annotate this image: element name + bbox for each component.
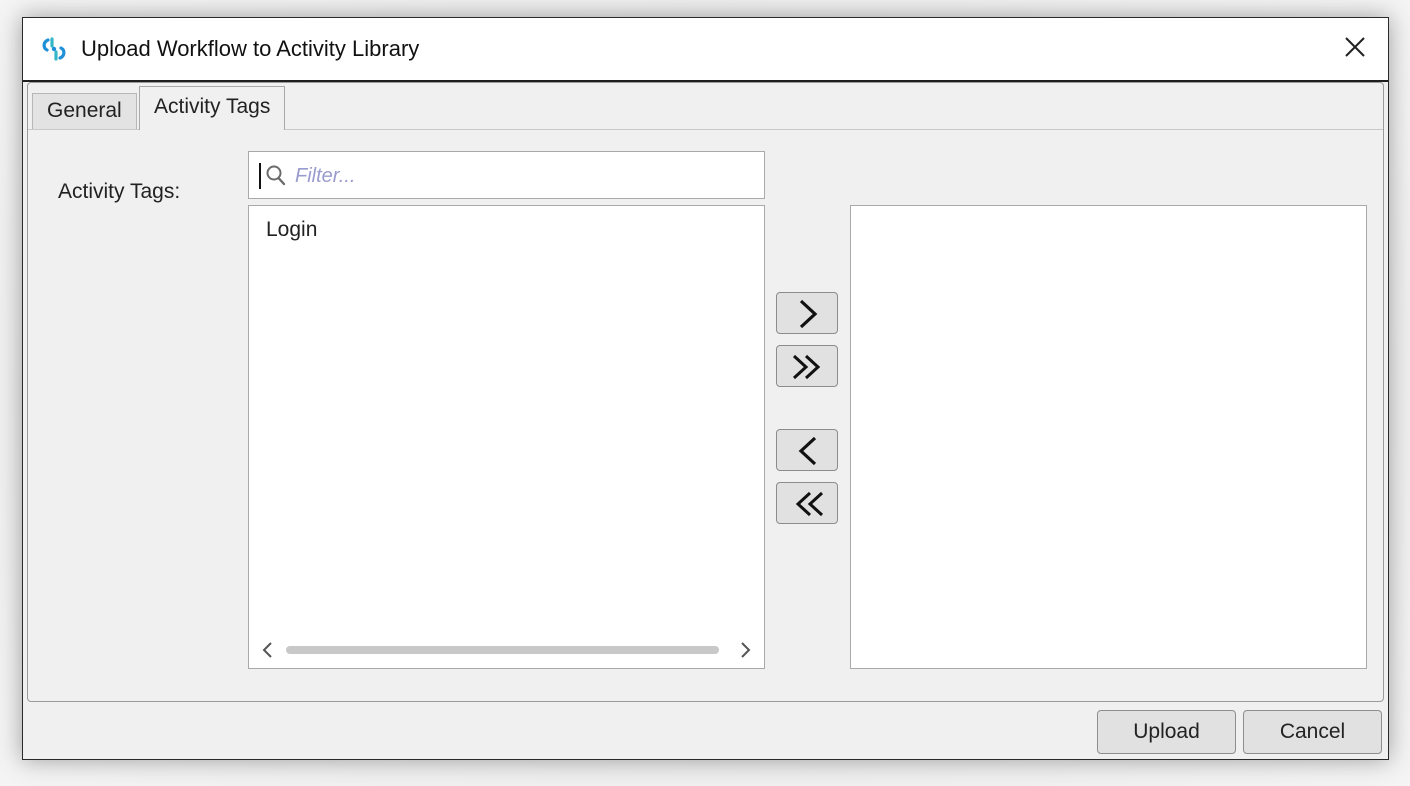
search-icon — [266, 165, 286, 186]
tab-strip: General Activity Tags — [28, 83, 1383, 130]
upload-button[interactable]: Upload — [1097, 710, 1236, 754]
filter-field[interactable] — [248, 151, 765, 199]
move-all-left-button[interactable] — [776, 482, 838, 524]
title-bar: Upload Workflow to Activity Library — [23, 18, 1388, 82]
chevron-right-icon — [799, 299, 818, 329]
workflow-app-icon — [42, 37, 66, 61]
move-right-button[interactable] — [776, 292, 838, 334]
scroll-right-icon[interactable] — [737, 640, 753, 660]
double-chevron-left-icon — [795, 491, 824, 517]
chevron-left-icon — [798, 436, 817, 466]
activity-tags-label: Activity Tags: — [58, 180, 181, 203]
close-icon[interactable] — [1340, 32, 1370, 62]
scrollbar-thumb[interactable] — [286, 646, 719, 654]
filter-input[interactable] — [293, 158, 747, 194]
dialog-body: General Activity Tags Activity Tags: Log… — [27, 82, 1384, 702]
move-left-button[interactable] — [776, 429, 838, 471]
text-caret — [259, 163, 261, 189]
double-chevron-right-icon — [792, 354, 821, 380]
horizontal-scrollbar[interactable] — [250, 633, 763, 667]
tab-general[interactable]: General — [32, 93, 137, 129]
scroll-left-icon[interactable] — [260, 640, 276, 660]
move-all-right-button[interactable] — [776, 345, 838, 387]
dialog-title: Upload Workflow to Activity Library — [81, 36, 420, 61]
cancel-button[interactable]: Cancel — [1243, 710, 1382, 754]
selected-tags-list[interactable] — [850, 205, 1367, 669]
tab-activity-tags[interactable]: Activity Tags — [139, 86, 286, 130]
available-tags-list[interactable]: Login — [248, 205, 765, 669]
upload-workflow-dialog: Upload Workflow to Activity Library Gene… — [22, 17, 1389, 760]
list-item[interactable]: Login — [266, 215, 317, 245]
